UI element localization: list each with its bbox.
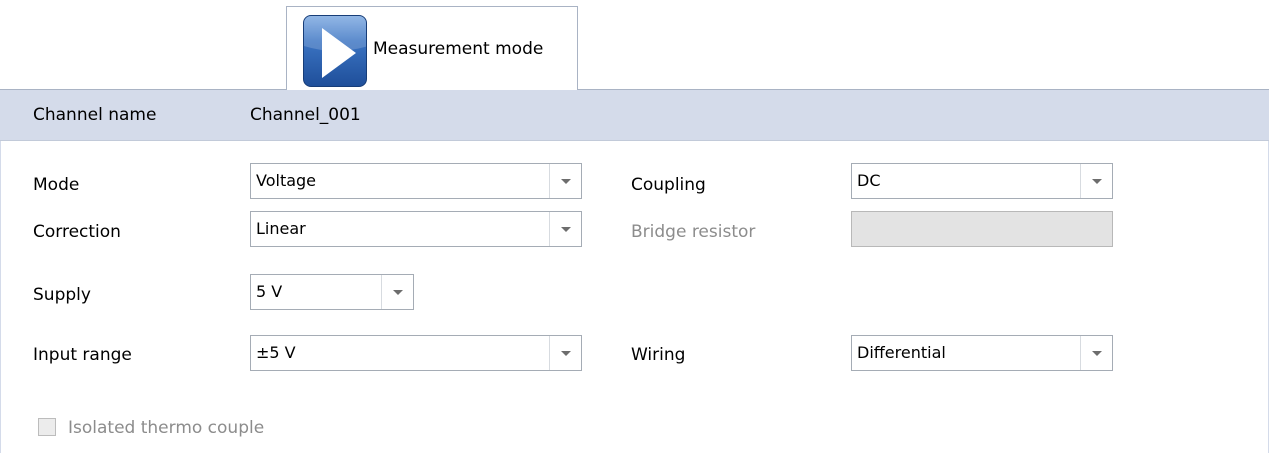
mode-select[interactable]: Voltage — [250, 163, 582, 199]
wiring-select[interactable]: Differential — [851, 335, 1113, 371]
supply-value: 5 V — [256, 282, 283, 301]
chevron-down-icon[interactable] — [1080, 336, 1112, 370]
correction-value: Linear — [256, 219, 306, 238]
isolated-thermo-couple-label: Isolated thermo couple — [68, 418, 265, 438]
input-range-value: ±5 V — [256, 343, 296, 362]
coupling-select[interactable]: DC — [851, 163, 1113, 199]
chevron-down-icon[interactable] — [549, 164, 581, 198]
channel-name-value: Channel_001 — [250, 105, 361, 125]
chevron-down-icon[interactable] — [549, 212, 581, 246]
input-range-select[interactable]: ±5 V — [250, 335, 582, 371]
bridge-resistor-field — [851, 211, 1113, 247]
coupling-label: Coupling — [631, 175, 706, 195]
chevron-down-icon[interactable] — [549, 336, 581, 370]
tab-label: Measurement mode — [373, 39, 544, 59]
input-range-label: Input range — [33, 345, 132, 365]
isolated-thermo-couple-checkbox — [38, 418, 56, 436]
chevron-down-icon[interactable] — [1080, 164, 1112, 198]
wiring-label: Wiring — [631, 345, 686, 365]
bridge-resistor-label: Bridge resistor — [631, 222, 756, 242]
tab-measurement-mode[interactable]: Measurement mode — [286, 6, 578, 90]
channel-name-row — [0, 89, 1269, 141]
mode-label: Mode — [33, 175, 80, 195]
supply-select[interactable]: 5 V — [250, 274, 414, 310]
wiring-value: Differential — [857, 343, 946, 362]
supply-label: Supply — [33, 285, 91, 305]
channel-name-label: Channel name — [33, 105, 157, 125]
correction-select[interactable]: Linear — [250, 211, 582, 247]
play-icon — [303, 15, 367, 87]
chevron-down-icon[interactable] — [381, 275, 413, 309]
coupling-value: DC — [857, 171, 881, 190]
correction-label: Correction — [33, 222, 121, 242]
mode-value: Voltage — [256, 171, 317, 190]
